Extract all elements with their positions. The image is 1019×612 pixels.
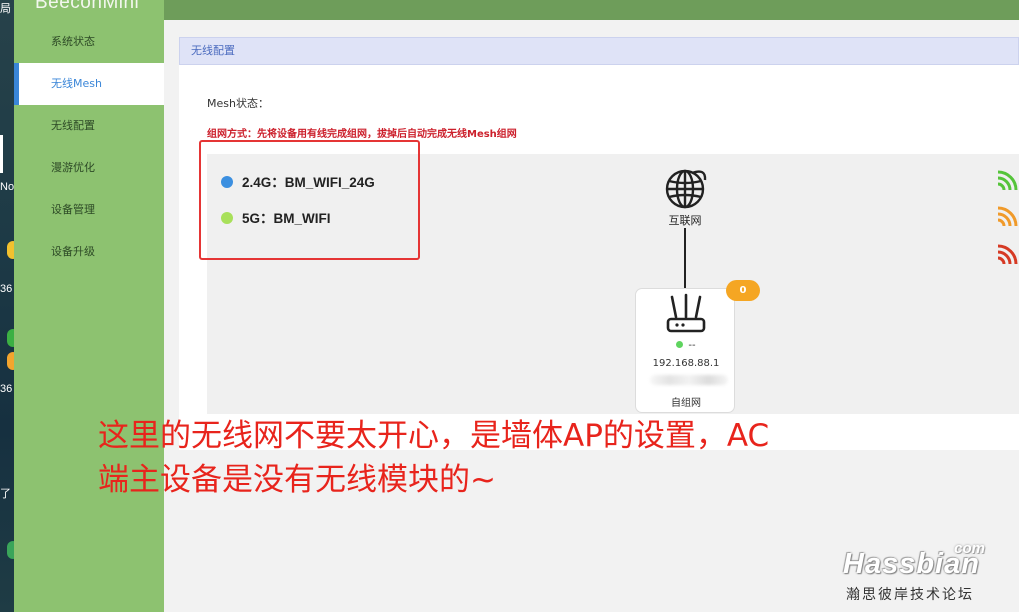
sidebar-item-device-upgrade[interactable]: 设备升级 xyxy=(14,231,164,273)
sidebar-item-wireless-mesh[interactable]: 无线Mesh xyxy=(14,63,164,105)
node-count-badge: 0 xyxy=(726,280,760,301)
annotation-line-1: 这里的无线网不要太开心，是墙体AP的设置，AC xyxy=(98,418,770,454)
internet-label: 互联网 xyxy=(668,214,702,227)
watermark-subtitle: 瀚思彼岸技术论坛 xyxy=(846,587,974,603)
watermark: com Hassbian 瀚思彼岸技术论坛 xyxy=(843,540,1003,606)
sidebar-item-device-management[interactable]: 设备管理 xyxy=(14,189,164,231)
node-status-text: -- xyxy=(688,340,696,351)
desktop-fragment: 局 xyxy=(0,3,11,15)
sidebar-item-roaming[interactable]: 漫游优化 xyxy=(14,147,164,189)
mesh-node-card[interactable]: -- 192.168.88.1 自组网 xyxy=(635,288,735,413)
desktop-icon xyxy=(7,329,14,347)
desktop-icon xyxy=(7,241,14,259)
sidebar-item-wireless-config[interactable]: 无线配置 xyxy=(14,105,164,147)
desktop-icon xyxy=(7,541,14,559)
panel-title: 无线配置 xyxy=(179,37,1019,65)
desktop-fragment: 36 xyxy=(0,283,13,295)
desktop-fragment: 了 xyxy=(0,488,11,500)
node-status: -- xyxy=(636,340,736,351)
desktop-background: 局 No 36 36 了 xyxy=(0,0,14,612)
sidebar: BeeconMini 系统状态 无线Mesh 无线配置 漫游优化 设备管理 设备… xyxy=(14,0,164,612)
highlight-box xyxy=(199,140,420,260)
signal-strong-icon xyxy=(997,170,1018,191)
signal-weak-icon xyxy=(997,244,1018,265)
node-type: 自组网 xyxy=(671,398,701,409)
node-ip: 192.168.88.1 xyxy=(652,358,720,369)
blurred-mac xyxy=(650,375,728,385)
node-online-dot xyxy=(676,341,684,348)
globe-icon[interactable] xyxy=(662,166,708,212)
top-header-bar xyxy=(164,0,1019,20)
desktop-fragment: No xyxy=(0,181,14,193)
app-logo: BeeconMini xyxy=(35,0,140,13)
mesh-setup-note: 组网方式：先将设备用有线完成组网，拔掉后自动完成无线Mesh组网 xyxy=(207,129,517,140)
router-icon xyxy=(666,293,706,333)
watermark-logo: Hassbian xyxy=(843,548,980,580)
signal-medium-icon xyxy=(997,206,1018,227)
desktop-icon xyxy=(7,352,14,370)
desktop-fragment: 36 xyxy=(0,383,13,395)
desktop-fragment xyxy=(0,135,3,173)
annotation-line-2: 端主设备是没有无线模块的~ xyxy=(98,462,496,498)
sidebar-item-system-status[interactable]: 系统状态 xyxy=(14,21,164,63)
topology-link xyxy=(684,228,686,290)
mesh-status-label: Mesh状态： xyxy=(207,97,269,110)
